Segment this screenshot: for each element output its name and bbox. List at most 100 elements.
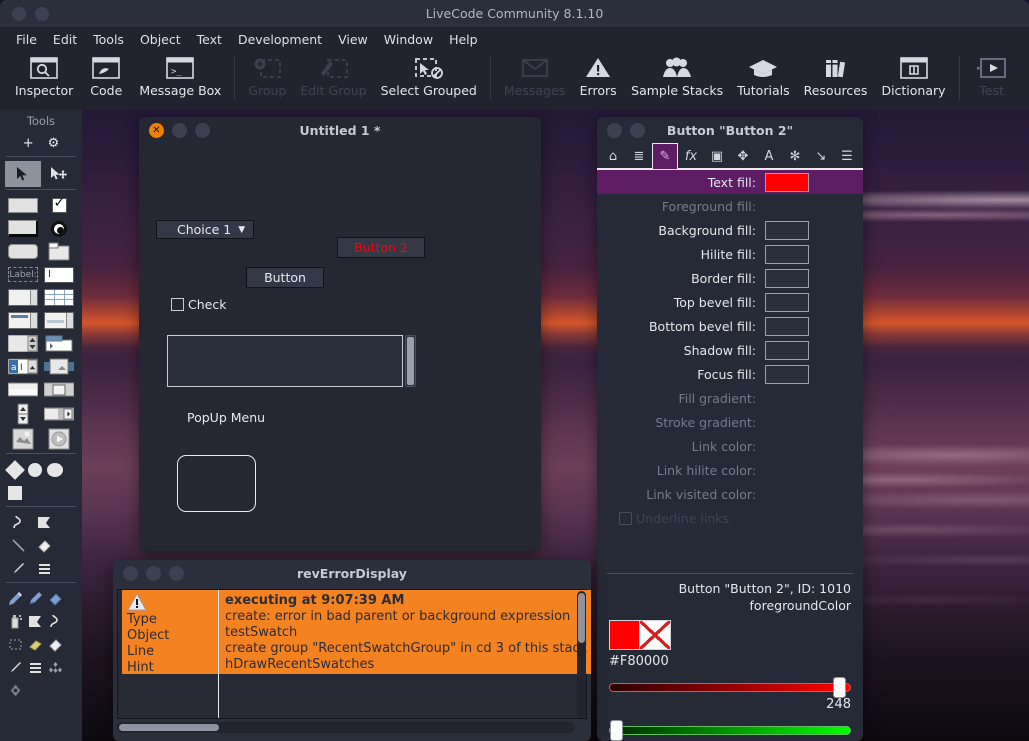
stack-minimize-button[interactable]: [172, 123, 187, 138]
error-horizontal-scrollbar[interactable]: [117, 722, 575, 733]
fill-shape-tool[interactable]: [45, 633, 65, 656]
field-scrollbar[interactable]: [405, 335, 416, 387]
error-maximize-button[interactable]: [169, 566, 184, 581]
inspector-window[interactable]: Button "Button 2" ⌂ ≣ ✎ fx ▣ ✥ A ✻ ↘ ☰ Text fill:…: [597, 117, 863, 741]
tab-panel-tool[interactable]: [41, 240, 77, 263]
slider-tool[interactable]: [41, 401, 77, 426]
property-row-link-color[interactable]: Link color:: [597, 434, 863, 458]
color-picker-tool[interactable]: [5, 679, 25, 702]
menu-window[interactable]: Window: [377, 30, 440, 49]
error-window-controls[interactable]: [123, 566, 184, 581]
colors-tab[interactable]: ✎: [652, 143, 678, 169]
curve-paint-tool[interactable]: [45, 610, 65, 633]
toolbar-dictionary-button[interactable]: Dictionary: [874, 54, 952, 98]
color-chooser[interactable]: Button "Button 2", ID: 1010 foregroundCo…: [597, 574, 863, 741]
video-player-tool[interactable]: [5, 426, 41, 451]
image-area-tool[interactable]: [41, 355, 77, 378]
tool-row-shapes[interactable]: [0, 458, 82, 504]
group-box-tool[interactable]: [41, 378, 77, 401]
toolbar-sample-stacks-button[interactable]: Sample Stacks: [624, 54, 730, 98]
checkbox-tool[interactable]: [41, 194, 77, 217]
property-row-focus-fill[interactable]: Focus fill:: [597, 362, 863, 386]
property-color-swatch[interactable]: [765, 244, 809, 264]
error-minimize-button[interactable]: [146, 566, 161, 581]
table-field-tool[interactable]: [41, 286, 77, 309]
property-color-swatch[interactable]: [765, 220, 809, 240]
stack-card-canvas[interactable]: Choice 1 ▼ Button 2 Button Check PopUp M…: [139, 144, 541, 551]
green-slider[interactable]: [609, 720, 851, 741]
menu-tools[interactable]: Tools: [86, 30, 131, 49]
rounded-button-tool[interactable]: [5, 240, 41, 263]
menu-object[interactable]: Object: [133, 30, 188, 49]
checkbox-box[interactable]: [171, 298, 184, 311]
stack-window-untitled1[interactable]: ✕ Untitled 1 * Choice 1 ▼ Button 2 Butto…: [139, 117, 541, 551]
property-row-hilite-fill[interactable]: Hilite fill:: [597, 242, 863, 266]
tools-palette-actions[interactable]: + ⚙: [0, 132, 82, 154]
toolbar-tutorials-button[interactable]: Tutorials: [730, 54, 796, 98]
rectangle-tool[interactable]: [5, 481, 25, 504]
stack-window-controls[interactable]: ✕: [149, 123, 210, 138]
main-toolbar[interactable]: Inspector Code >_ Message Box Group Edit Grou…: [0, 51, 1029, 109]
property-row-stroke-gradient[interactable]: Stroke gradient:: [597, 410, 863, 434]
size-tab[interactable]: ↘: [808, 144, 834, 168]
error-table[interactable]: Type Object Line Hint executing at 9:07:39 …: [117, 589, 591, 719]
menu-edit[interactable]: Edit: [46, 30, 84, 49]
drag-pointer-tool[interactable]: [41, 161, 77, 187]
red-slider-track[interactable]: [609, 683, 851, 692]
progress-bar-tool[interactable]: [5, 378, 41, 401]
bucket-fill-tool[interactable]: [31, 534, 57, 557]
inspector-window-controls[interactable]: [607, 123, 645, 138]
stack-close-button[interactable]: ✕: [149, 123, 164, 138]
tools-palette[interactable]: Tools + ⚙ Label:: [0, 110, 82, 741]
polygon-paint-tool[interactable]: [25, 610, 45, 633]
basic-tab[interactable]: ⌂: [600, 144, 626, 168]
icons-tab[interactable]: ▣: [704, 144, 730, 168]
menu-file[interactable]: File: [9, 30, 44, 49]
tool-grid-controls[interactable]: Label: I: [0, 194, 82, 451]
error-close-button[interactable]: [123, 566, 138, 581]
scrolling-field[interactable]: [167, 335, 403, 387]
toolbar-message-box-button[interactable]: >_ Message Box: [132, 54, 228, 98]
paint-stroke-tool[interactable]: [5, 656, 25, 679]
inspector-properties[interactable]: Text fill: Foreground fill: Background fil…: [597, 170, 863, 568]
error-vertical-scrollbar[interactable]: [577, 591, 586, 718]
text-field-tool[interactable]: I: [41, 263, 77, 286]
property-color-swatch[interactable]: [765, 364, 809, 384]
button-2[interactable]: Button 2: [337, 237, 425, 258]
inspector-minimize-button[interactable]: [630, 123, 645, 138]
property-row-link-hilite-color[interactable]: Link hilite color:: [597, 458, 863, 482]
rounded-rectangle-graphic[interactable]: [177, 455, 256, 512]
paint-bucket-tool[interactable]: [45, 587, 65, 610]
menu-help[interactable]: Help: [442, 30, 485, 49]
red-slider-thumb[interactable]: [832, 677, 846, 698]
stack-maximize-button[interactable]: [195, 123, 210, 138]
layers-tab[interactable]: ≣: [626, 144, 652, 168]
player-tool[interactable]: [41, 332, 77, 355]
regular-polygon-tool[interactable]: [25, 458, 45, 481]
button-default[interactable]: Button: [246, 267, 324, 288]
minimize-button[interactable]: [35, 7, 49, 21]
option-menu-choice1[interactable]: Choice 1 ▼: [156, 220, 254, 239]
brush-tool[interactable]: [5, 557, 31, 580]
toolbar-code-button[interactable]: Code: [80, 54, 132, 98]
data-grid-tool[interactable]: [41, 309, 77, 332]
menubar[interactable]: File Edit Tools Object Text Development View Wi…: [0, 27, 1029, 51]
property-color-swatch[interactable]: [765, 340, 809, 360]
polygon-tool[interactable]: [5, 458, 25, 481]
pattern-tool[interactable]: [45, 656, 65, 679]
property-color-swatch[interactable]: [765, 268, 809, 288]
default-button-tool[interactable]: [5, 217, 41, 240]
checkbox-check[interactable]: Check: [171, 297, 226, 312]
toolbar-select-grouped-button[interactable]: Select Grouped: [374, 54, 484, 98]
position-tab[interactable]: ✥: [730, 144, 756, 168]
close-button[interactable]: [12, 7, 26, 21]
paint-brush-tool[interactable]: [25, 587, 45, 610]
pencil-tool[interactable]: [5, 587, 25, 610]
add-tool-icon[interactable]: +: [23, 137, 34, 150]
toolbar-inspector-button[interactable]: Inspector: [8, 54, 80, 98]
tool-row-paint[interactable]: [0, 587, 82, 702]
stroke-width-tool[interactable]: [25, 656, 45, 679]
menu-text[interactable]: Text: [190, 30, 229, 49]
property-row-background-fill[interactable]: Background fill:: [597, 218, 863, 242]
property-row-foreground-fill[interactable]: Foreground fill:: [597, 194, 863, 218]
